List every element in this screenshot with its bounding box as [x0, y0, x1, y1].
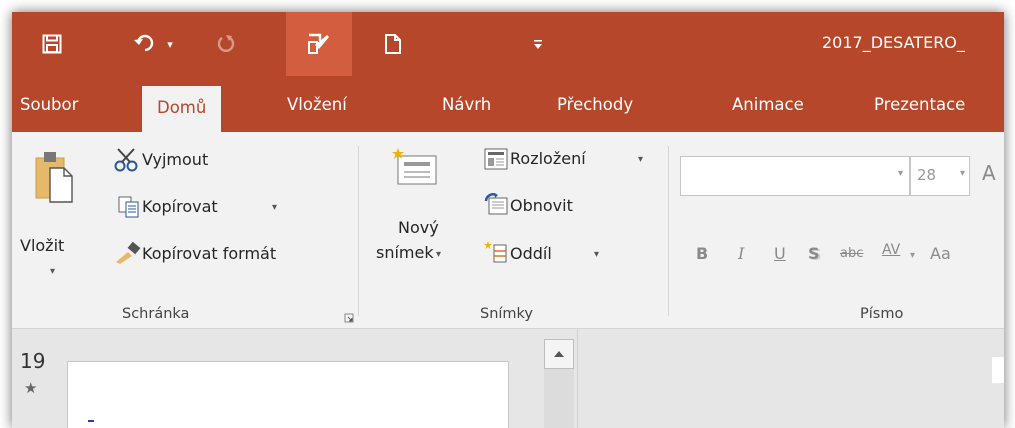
thumbnail-text-mark [88, 420, 94, 422]
change-case-button[interactable]: Aa [930, 244, 951, 263]
section-icon [484, 241, 507, 263]
slide-number: 19 [20, 349, 46, 373]
customize-qat-icon [534, 40, 542, 49]
tab-animations[interactable]: Animace [732, 76, 804, 132]
font-name-combobox[interactable]: ▾ [680, 156, 910, 196]
copy-icon [118, 196, 139, 218]
powerpoint-window: ▾ 2017_DESATERO_ Soubor Domů Vložení Náv… [12, 12, 1004, 428]
new-document-button[interactable] [378, 12, 408, 76]
section-dropdown-icon: ▾ [594, 249, 600, 260]
format-painter-label: Kopírovat formát [142, 244, 277, 263]
dialog-launcher-icon[interactable] [344, 313, 354, 323]
grow-font-button[interactable]: A [982, 161, 996, 185]
ribbon-tabs: Soubor Domů Vložení Návrh Přechody Anima… [12, 76, 1004, 132]
title-bar: ▾ 2017_DESATERO_ [12, 12, 1004, 76]
customize-quick-access-button[interactable] [528, 12, 548, 76]
reset-label: Obnovit [510, 196, 573, 215]
font-group-label: Písmo [860, 306, 904, 322]
format-painter-icon [116, 241, 141, 264]
italic-button[interactable]: I [738, 244, 744, 263]
new-document-icon [385, 34, 401, 54]
copy-dropdown-icon: ▾ [272, 202, 278, 213]
ribbon-home: Vložit ▾ Vyjmout Kopírovat ▾ Kopírovat f… [12, 132, 1004, 329]
document-title: 2017_DESATERO_ [822, 33, 965, 52]
character-spacing-dropdown-icon[interactable]: ▾ [910, 250, 915, 261]
undo-dropdown[interactable]: ▾ [162, 12, 178, 76]
cut-label: Vyjmout [142, 150, 209, 169]
tab-slideshow[interactable]: Prezentace [874, 76, 965, 132]
save-icon [42, 34, 62, 54]
group-separator [668, 146, 669, 316]
scroll-up-button[interactable] [544, 339, 574, 369]
section-label: Oddíl [510, 244, 552, 263]
character-spacing-button[interactable]: AV [882, 242, 900, 258]
animation-star-icon: ★ [24, 379, 38, 397]
paste-dropdown-icon: ▾ [50, 266, 56, 277]
font-size-value: 28 [917, 166, 937, 184]
redo-button[interactable] [208, 12, 244, 76]
clipboard-group-label: Schránka [122, 306, 190, 322]
copy-label: Kopírovat [142, 197, 218, 216]
slide-editing-pane[interactable] [577, 329, 1004, 428]
font-size-combobox[interactable]: 28 ▾ [910, 156, 970, 196]
underline-button[interactable]: U [774, 244, 786, 263]
font-size-dropdown-icon[interactable]: ▾ [960, 168, 965, 179]
tab-file[interactable]: Soubor [20, 76, 78, 132]
save-button[interactable] [32, 12, 72, 76]
arrow-up-icon [554, 351, 564, 357]
layout-label: Rozložení [510, 149, 586, 168]
strikethrough-button[interactable]: abc [840, 246, 863, 261]
layout-dropdown-icon: ▾ [638, 154, 644, 165]
font-name-dropdown-icon[interactable]: ▾ [898, 168, 903, 179]
undo-button[interactable] [130, 12, 160, 76]
touch-mode-button[interactable] [286, 12, 352, 76]
tab-design[interactable]: Návrh [442, 76, 491, 132]
new-slide-label-line1: Nový [398, 218, 439, 237]
paste-icon [35, 152, 73, 203]
tab-insert[interactable]: Vložení [287, 76, 347, 132]
slide-edge [992, 357, 1004, 383]
bold-button[interactable]: B [696, 244, 708, 263]
new-slide-label-line2: snímek [376, 243, 434, 262]
slides-group-label: Snímky [480, 306, 534, 322]
scissors-icon [114, 148, 138, 172]
layout-icon [484, 148, 508, 170]
touch-mode-icon [308, 33, 329, 54]
undo-icon [134, 34, 154, 52]
paste-label: Vložit [20, 236, 65, 255]
tab-transitions[interactable]: Přechody [557, 76, 633, 132]
slide-thumbnail[interactable] [67, 361, 509, 428]
group-separator [358, 146, 359, 316]
reset-icon [484, 193, 508, 215]
text-shadow-button[interactable]: S [808, 244, 820, 263]
redo-icon [217, 35, 235, 52]
new-slide-dropdown-icon: ▾ [436, 249, 442, 260]
editor-area: 19 ★ [12, 329, 1004, 428]
tab-home[interactable]: Domů [142, 86, 222, 132]
new-slide-icon [392, 148, 437, 185]
